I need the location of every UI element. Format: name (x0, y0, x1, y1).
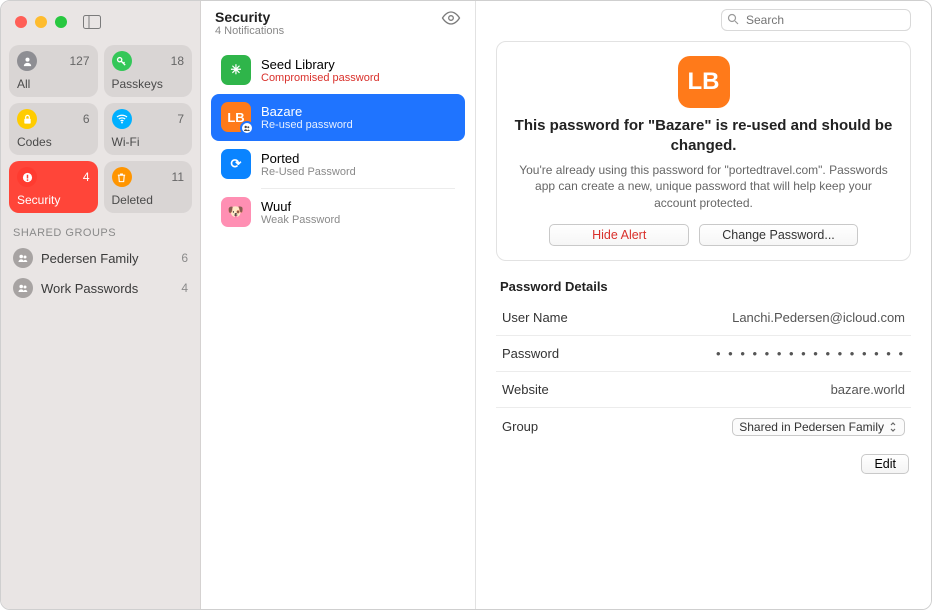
website-label: Website (502, 382, 549, 397)
item-subtitle: Re-used password (261, 119, 353, 131)
security-item[interactable]: ⟳ PortedRe-Used Password (211, 141, 465, 188)
sidebar-tile-security[interactable]: 4 Security (9, 161, 98, 213)
alert-icon (17, 167, 37, 187)
zoom-window-button[interactable] (55, 16, 67, 28)
change-password-button[interactable]: Change Password... (699, 224, 858, 246)
detail-pane: LB This password for "Bazare" is re-used… (476, 1, 931, 609)
app-icon: LB (221, 102, 251, 132)
security-item[interactable]: ✳ Seed LibraryCompromised password (211, 47, 465, 94)
app-icon: 🐶 (221, 197, 251, 227)
trash-icon (112, 167, 132, 187)
password-value: • • • • • • • • • • • • • • • • (716, 346, 905, 361)
group-avatar-icon (13, 278, 33, 298)
group-label: Work Passwords (41, 281, 138, 296)
row-website[interactable]: Website bazare.world (496, 371, 911, 407)
reveal-icon[interactable] (441, 11, 461, 25)
item-name: Seed Library (261, 57, 380, 72)
item-subtitle: Re-Used Password (261, 166, 356, 178)
items-list: ✳ Seed LibraryCompromised password LB Bazar… (201, 47, 475, 236)
key-icon (112, 51, 132, 71)
group-select[interactable]: Shared in Pedersen Family (732, 418, 905, 436)
item-subtitle: Weak Password (261, 214, 340, 226)
group-label: Group (502, 419, 538, 434)
edit-button[interactable]: Edit (861, 454, 909, 474)
tile-count: 7 (177, 112, 184, 126)
sidebar-tile-codes[interactable]: 6 Codes (9, 103, 98, 155)
group-count: 6 (181, 251, 188, 265)
sidebar-tile-deleted[interactable]: 11 Deleted (104, 161, 193, 213)
search-field-wrap (721, 9, 911, 31)
sidebar: 127 All 18 Passkeys 6 Codes 7 Wi-Fi 4 Security 11 D… (1, 1, 201, 609)
wifi-icon (112, 109, 132, 129)
shared-badge-icon (240, 121, 254, 135)
app-icon: ✳ (221, 55, 251, 85)
tile-label: Passkeys (112, 77, 185, 91)
search-icon (727, 13, 739, 25)
shared-groups-header: Shared Groups (13, 227, 188, 239)
shared-group-row[interactable]: Work Passwords 4 (9, 273, 192, 303)
tile-label: Security (17, 193, 90, 207)
group-value: Shared in Pedersen Family (739, 420, 884, 434)
tile-label: Deleted (112, 193, 185, 207)
items-pane-header: Security 4 Notifications (201, 1, 475, 47)
item-name: Ported (261, 151, 356, 166)
sidebar-tile-passkeys[interactable]: 18 Passkeys (104, 45, 193, 97)
security-item[interactable]: 🐶 WuufWeak Password (211, 189, 465, 236)
password-details: User Name Lanchi.Pedersen@icloud.com Pas… (496, 300, 911, 446)
minimize-window-button[interactable] (35, 16, 47, 28)
tile-count: 6 (83, 112, 90, 126)
alert-description: You're already using this password for "… (514, 162, 894, 212)
toggle-sidebar-icon[interactable] (83, 15, 101, 29)
app-icon: ⟳ (221, 149, 251, 179)
window: 127 All 18 Passkeys 6 Codes 7 Wi-Fi 4 Security 11 D… (0, 0, 932, 610)
tile-label: Wi-Fi (112, 135, 185, 149)
tile-count: 4 (83, 170, 90, 184)
hide-alert-button[interactable]: Hide Alert (549, 224, 689, 246)
item-name: Wuuf (261, 199, 340, 214)
tile-label: Codes (17, 135, 90, 149)
chevron-updown-icon (888, 421, 898, 433)
detail-app-icon: LB (678, 56, 730, 108)
group-count: 4 (181, 281, 188, 295)
search-input[interactable] (721, 9, 911, 31)
row-group[interactable]: Group Shared in Pedersen Family (496, 407, 911, 446)
alert-card: LB This password for "Bazare" is re-used… (496, 41, 911, 261)
items-pane-subtitle: 4 Notifications (215, 25, 284, 37)
tile-count: 127 (69, 54, 89, 68)
alert-headline: This password for "Bazare" is re-used an… (513, 116, 894, 157)
lock-icon (17, 109, 37, 129)
item-subtitle: Compromised password (261, 72, 380, 84)
shared-group-row[interactable]: Pedersen Family 6 (9, 243, 192, 273)
close-window-button[interactable] (15, 16, 27, 28)
item-name: Bazare (261, 104, 353, 119)
tile-count: 18 (171, 54, 184, 68)
items-pane-title: Security (215, 9, 284, 25)
window-controls (9, 9, 192, 39)
website-value: bazare.world (831, 382, 905, 397)
username-value: Lanchi.Pedersen@icloud.com (732, 310, 905, 325)
tile-count: 11 (172, 170, 184, 184)
sidebar-tile-all[interactable]: 127 All (9, 45, 98, 97)
username-label: User Name (502, 310, 568, 325)
group-label: Pedersen Family (41, 251, 139, 266)
row-password[interactable]: Password • • • • • • • • • • • • • • • • (496, 335, 911, 371)
row-username[interactable]: User Name Lanchi.Pedersen@icloud.com (496, 300, 911, 335)
shared-groups-list: Pedersen Family 6 Work Passwords 4 (9, 243, 192, 303)
sidebar-tiles: 127 All 18 Passkeys 6 Codes 7 Wi-Fi 4 Security 11 D… (9, 45, 192, 213)
security-item[interactable]: LB BazareRe-used password (211, 94, 465, 141)
password-details-header: Password Details (500, 279, 911, 294)
tile-label: All (17, 77, 90, 91)
items-pane: Security 4 Notifications ✳ Seed LibraryCo… (201, 1, 476, 609)
person-icon (17, 51, 37, 71)
sidebar-tile-wifi[interactable]: 7 Wi-Fi (104, 103, 193, 155)
password-label: Password (502, 346, 559, 361)
group-avatar-icon (13, 248, 33, 268)
